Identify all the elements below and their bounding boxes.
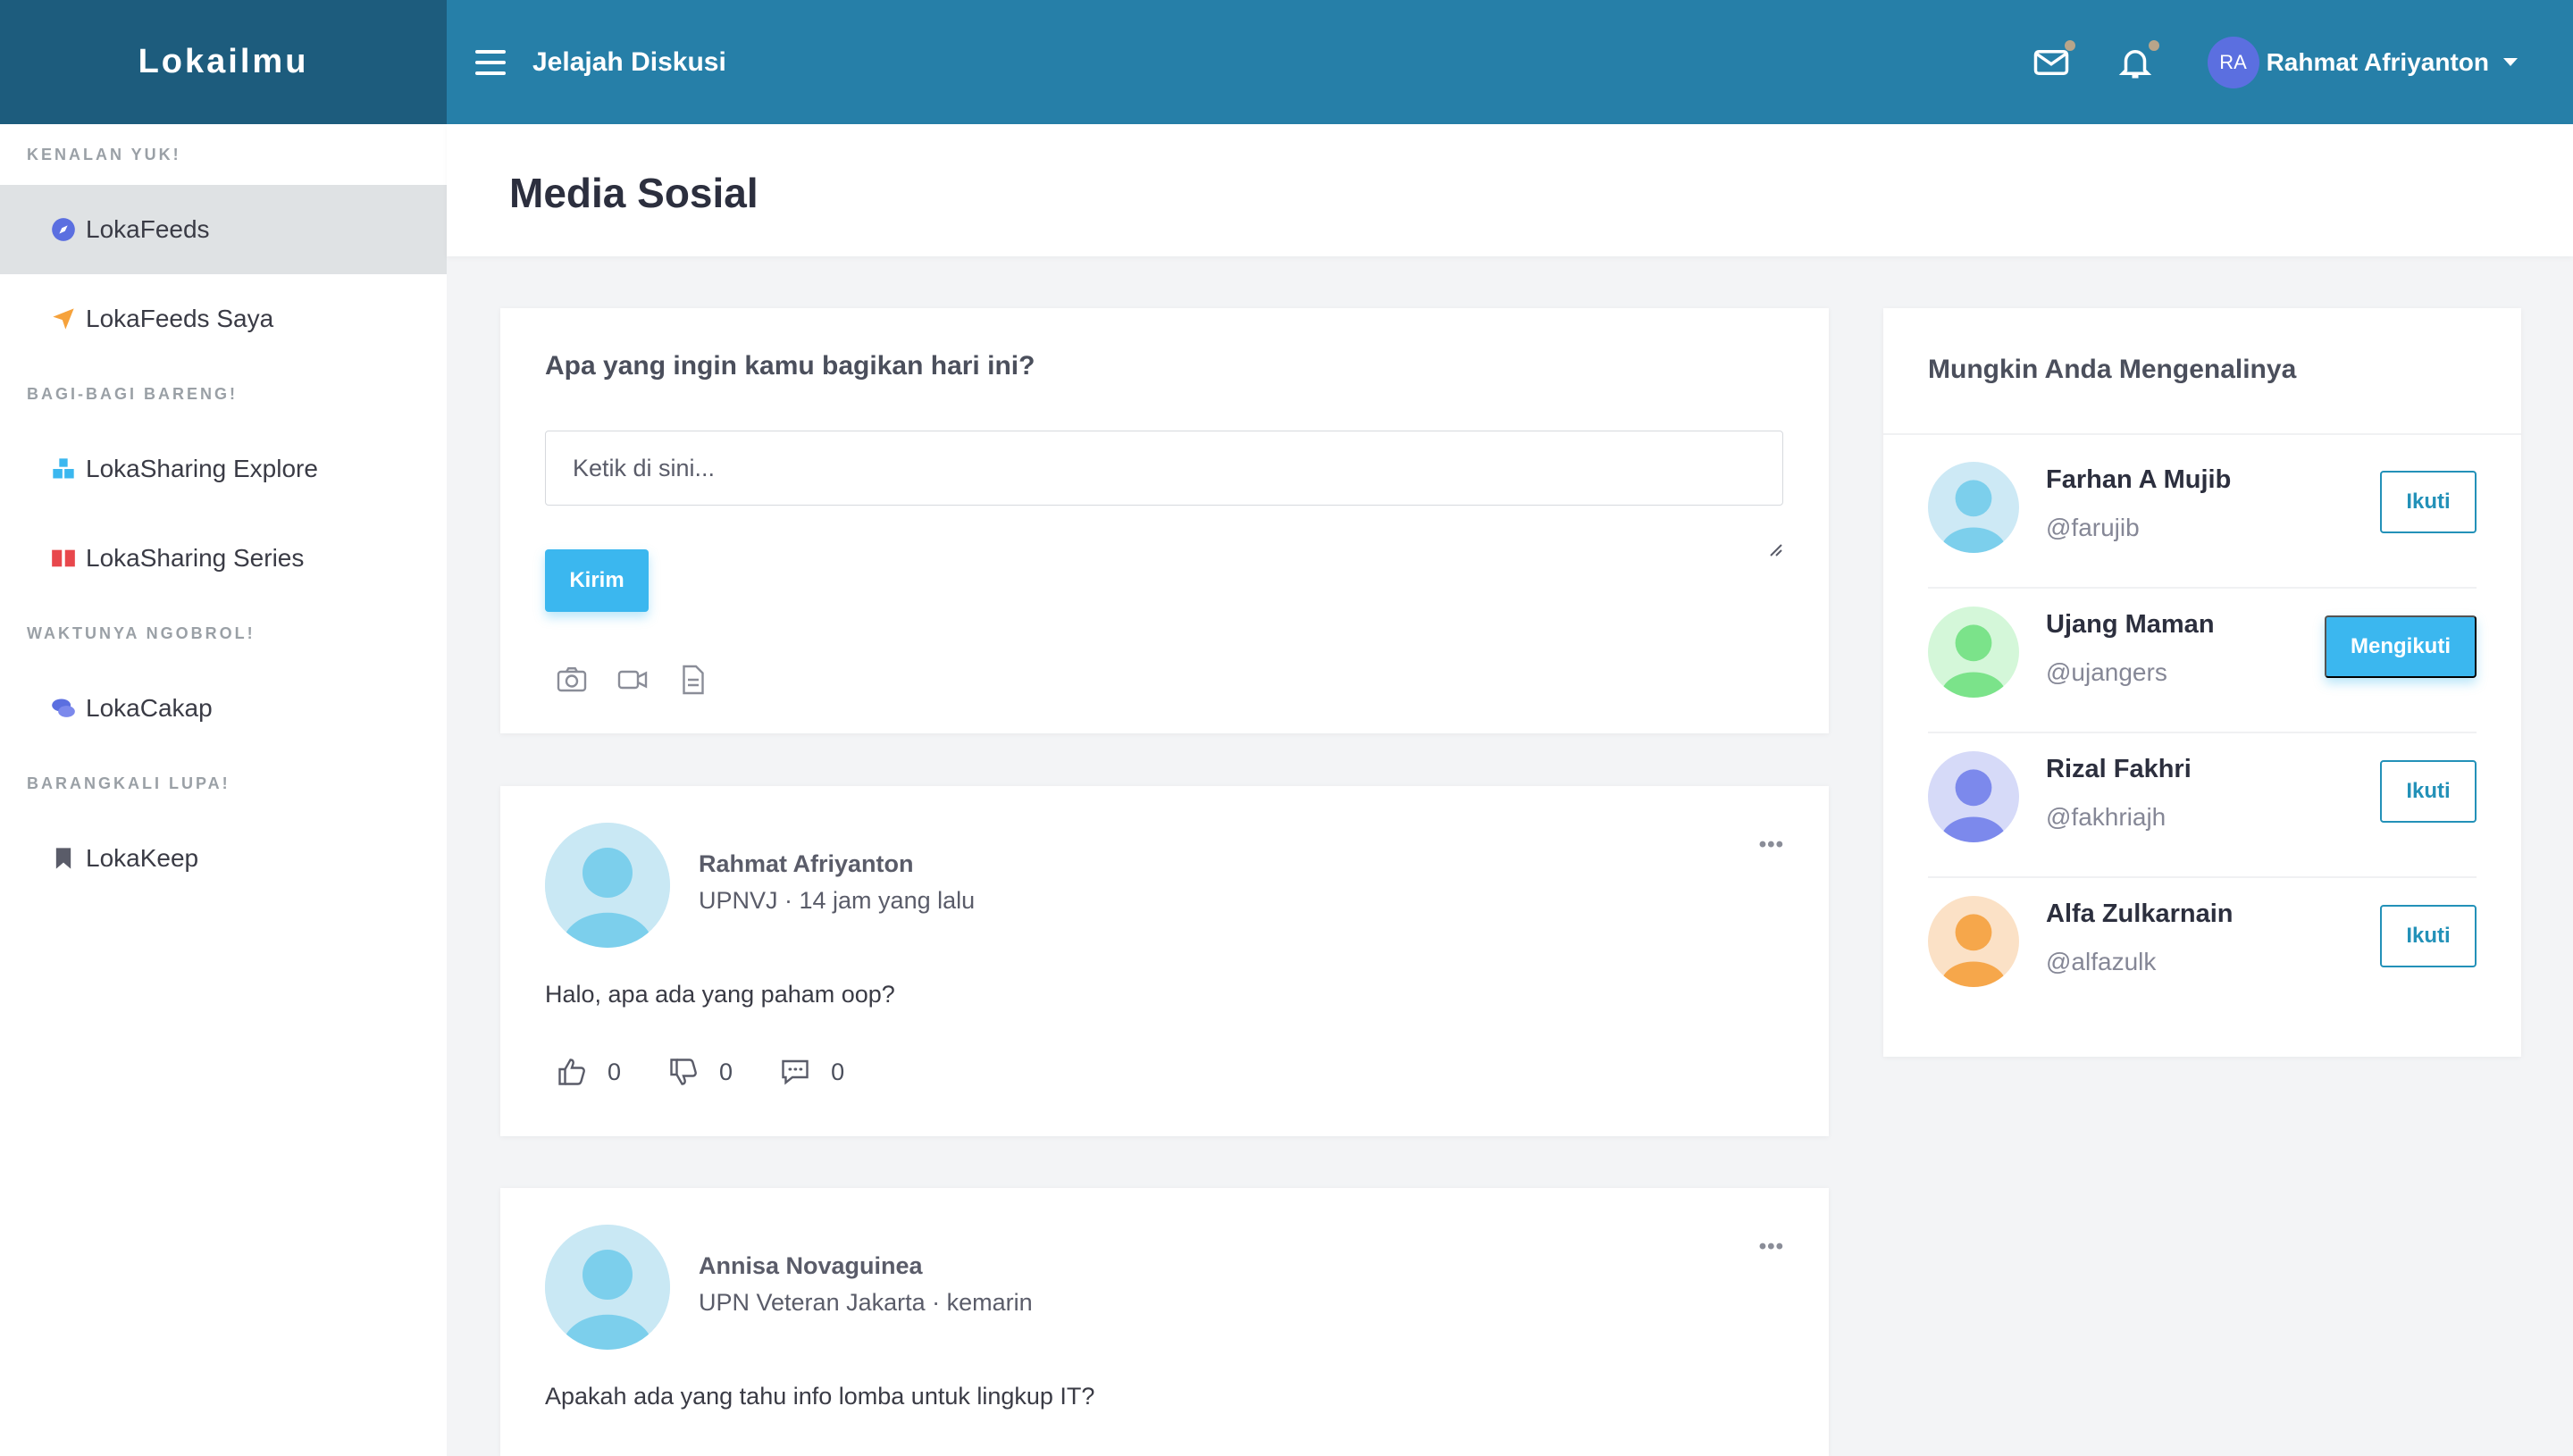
post-card: Annisa Novaguinea UPN Veteran Jakarta · … bbox=[500, 1188, 1829, 1456]
suggestion-name[interactable]: Farhan A Mujib bbox=[2046, 465, 2231, 495]
sidebar-item-lokasharing-explore[interactable]: LokaSharing Explore bbox=[0, 424, 447, 514]
post-author[interactable]: Annisa Novaguinea bbox=[699, 1252, 923, 1280]
compose-toolbar bbox=[556, 664, 738, 696]
sidebar-item-label: LokaSharing Series bbox=[86, 544, 305, 572]
notification-dot bbox=[2064, 39, 2075, 51]
more-options-icon[interactable]: ••• bbox=[1759, 833, 1784, 858]
sidebar-item-lokacakap[interactable]: LokaCakap bbox=[0, 664, 447, 753]
suggestion-name[interactable]: Ujang Maman bbox=[2046, 610, 2215, 640]
follow-button[interactable]: Ikuti bbox=[2380, 760, 2477, 823]
compass-icon bbox=[50, 216, 77, 243]
page-title: Media Sosial bbox=[509, 170, 758, 216]
book-open-icon bbox=[50, 545, 77, 572]
like-count: 0 bbox=[608, 1058, 622, 1085]
topbar: Jelajah Diskusi RA Rahmat Afriyanton bbox=[447, 0, 2573, 124]
post-text: Halo, apa ada yang paham oop? bbox=[545, 981, 895, 1008]
post-card: Rahmat Afriyanton UPNVJ · 14 jam yang la… bbox=[500, 786, 1829, 1136]
comment-button[interactable]: 0 bbox=[779, 1056, 844, 1088]
sidebar-item-label: LokaKeep bbox=[86, 844, 199, 872]
dislike-count: 0 bbox=[719, 1058, 733, 1085]
video-icon[interactable] bbox=[616, 664, 649, 696]
bell-icon[interactable] bbox=[2116, 39, 2159, 81]
avatar[interactable] bbox=[1928, 896, 2019, 987]
brand-logo[interactable]: Lokailmu bbox=[0, 0, 447, 124]
like-button[interactable]: 0 bbox=[556, 1056, 621, 1088]
sidebar-item-label: LokaSharing Explore bbox=[86, 455, 318, 482]
avatar[interactable] bbox=[1928, 751, 2019, 842]
camera-icon[interactable] bbox=[556, 664, 588, 696]
avatar[interactable] bbox=[545, 1225, 670, 1350]
avatar: RA bbox=[2207, 36, 2259, 88]
compose-card: Apa yang ingin kamu bagikan hari ini? Ke… bbox=[500, 308, 1829, 733]
post-actions: 0 0 0 bbox=[556, 1056, 891, 1088]
hamburger-menu-icon[interactable] bbox=[475, 49, 506, 75]
comment-count: 0 bbox=[831, 1058, 845, 1085]
post-text: Apakah ada yang tahu info lomba untuk li… bbox=[545, 1383, 1095, 1410]
sidebar-heading: BARANGKALI LUPA! bbox=[27, 774, 230, 792]
sidebar-heading: WAKTUNYA NGOBROL! bbox=[27, 623, 256, 642]
suggestion-item: Rizal Fakhri @fakhriajh Ikuti bbox=[1928, 724, 2477, 869]
sidebar: Lokailmu KENALAN YUK! LokaFeeds LokaFeed… bbox=[0, 0, 447, 1456]
post-author[interactable]: Rahmat Afriyanton bbox=[699, 850, 914, 878]
dislike-button[interactable]: 0 bbox=[667, 1056, 733, 1088]
suggestions-title: Mungkin Anda Mengenalinya bbox=[1928, 355, 2297, 384]
thumbs-up-icon bbox=[558, 1059, 585, 1085]
avatar[interactable] bbox=[545, 823, 670, 948]
user-menu[interactable]: RA Rahmat Afriyanton bbox=[2207, 36, 2518, 88]
sidebar-item-label: LokaFeeds bbox=[86, 215, 210, 243]
document-icon[interactable] bbox=[677, 664, 709, 696]
sidebar-item-lokasharing-series[interactable]: LokaSharing Series bbox=[0, 514, 447, 603]
compose-question: Apa yang ingin kamu bagikan hari ini? bbox=[545, 351, 1035, 381]
post-meta: UPNVJ · 14 jam yang lalu bbox=[699, 887, 976, 914]
sidebar-item-lokafeeds[interactable]: LokaFeeds bbox=[0, 185, 447, 274]
post-meta: UPN Veteran Jakarta · kemarin bbox=[699, 1289, 1033, 1316]
user-name: Rahmat Afriyanton bbox=[2266, 47, 2489, 76]
more-options-icon[interactable]: ••• bbox=[1759, 1234, 1784, 1259]
compose-input[interactable]: Ketik di sini... bbox=[545, 431, 1783, 506]
suggestion-name[interactable]: Rizal Fakhri bbox=[2046, 755, 2192, 784]
paper-plane-icon bbox=[50, 305, 77, 332]
sidebar-heading: KENALAN YUK! bbox=[27, 145, 181, 163]
cubes-icon bbox=[50, 456, 77, 482]
avatar[interactable] bbox=[1928, 462, 2019, 553]
chat-bubbles-icon bbox=[50, 695, 77, 722]
chevron-down-icon bbox=[2503, 58, 2518, 66]
suggestion-handle: @fakhriajh bbox=[2046, 803, 2167, 831]
suggestion-name[interactable]: Alfa Zulkarnain bbox=[2046, 900, 2234, 929]
resize-handle-icon[interactable] bbox=[1764, 538, 1783, 557]
page-header: Media Sosial bbox=[447, 124, 2573, 256]
follow-button[interactable]: Ikuti bbox=[2380, 471, 2477, 533]
suggestions-card: Mungkin Anda Mengenalinya Farhan A Mujib… bbox=[1883, 308, 2521, 1057]
suggestion-item: Farhan A Mujib @farujib Ikuti bbox=[1928, 435, 2477, 580]
notification-dot bbox=[2148, 39, 2159, 51]
suggestion-handle: @farujib bbox=[2046, 514, 2140, 541]
thumbs-down-icon bbox=[670, 1059, 697, 1085]
suggestion-item: Ujang Maman @ujangers Mengikuti bbox=[1928, 580, 2477, 724]
envelope-icon[interactable] bbox=[2032, 39, 2075, 81]
suggestion-handle: @alfazulk bbox=[2046, 948, 2157, 975]
topbar-title: Jelajah Diskusi bbox=[532, 46, 726, 77]
sidebar-item-lokafeeds-saya[interactable]: LokaFeeds Saya bbox=[0, 274, 447, 364]
suggestion-handle: @ujangers bbox=[2046, 658, 2167, 686]
comment-icon bbox=[782, 1059, 809, 1085]
suggestion-item: Alfa Zulkarnain @alfazulk Ikuti bbox=[1928, 869, 2477, 1014]
sidebar-item-label: LokaCakap bbox=[86, 694, 213, 722]
bookmark-icon bbox=[50, 845, 77, 872]
submit-button[interactable]: Kirim bbox=[545, 549, 649, 612]
following-button[interactable]: Mengikuti bbox=[2325, 615, 2477, 678]
follow-button[interactable]: Ikuti bbox=[2380, 905, 2477, 967]
sidebar-item-label: LokaFeeds Saya bbox=[86, 305, 274, 332]
sidebar-item-lokakeep[interactable]: LokaKeep bbox=[0, 814, 447, 903]
avatar[interactable] bbox=[1928, 607, 2019, 698]
sidebar-heading: BAGI-BAGI BARENG! bbox=[27, 384, 238, 403]
